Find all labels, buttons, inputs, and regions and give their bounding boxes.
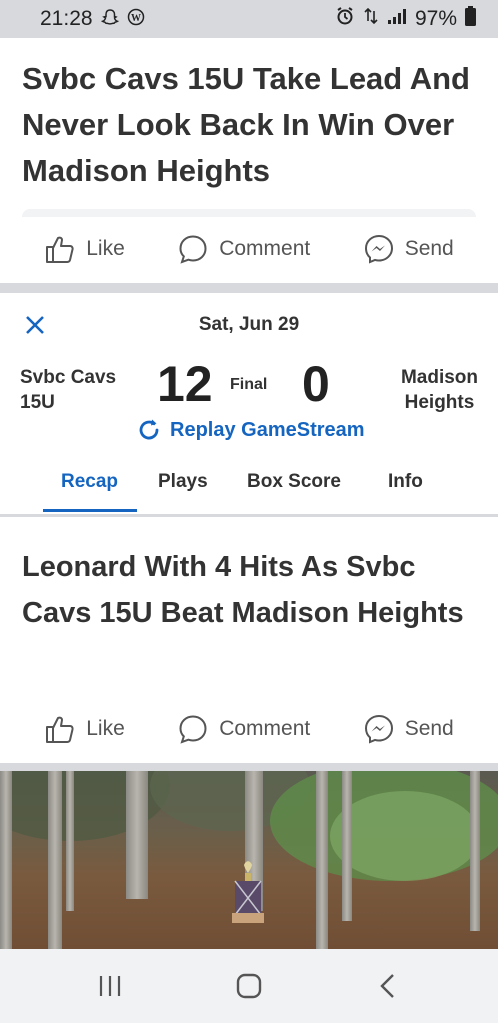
- replay-gamestream-button[interactable]: Replay GameStream: [135, 416, 365, 444]
- trophy: [232, 859, 264, 923]
- system-nav-bar: [0, 949, 498, 1023]
- clock: 21:28: [40, 7, 93, 30]
- tree-trunk: [66, 771, 74, 911]
- thumbs-up-icon: [46, 716, 74, 743]
- active-tab-indicator: [43, 509, 137, 512]
- battery-percent: 97%: [414, 7, 457, 30]
- tree-trunk: [470, 771, 480, 931]
- comment-button[interactable]: Comment: [177, 713, 310, 745]
- tab-recap[interactable]: Recap: [61, 465, 118, 499]
- wordpress-icon: W: [127, 8, 145, 31]
- status-bar: 21:28 W 97%: [0, 0, 498, 38]
- game-status: Final: [230, 376, 268, 393]
- send-label: Send: [404, 717, 454, 740]
- comment-icon: [179, 715, 207, 744]
- like-button[interactable]: Like: [44, 713, 125, 745]
- tree-trunk: [126, 771, 148, 899]
- send-button[interactable]: Send: [363, 713, 454, 745]
- tab-info[interactable]: Info: [388, 465, 423, 499]
- signal-icon: [387, 7, 407, 31]
- home-team-name[interactable]: Svbc Cavs 15U: [20, 365, 116, 415]
- tab-plays[interactable]: Plays: [158, 465, 208, 499]
- foliage: [330, 791, 480, 881]
- recap-card[interactable]: Leonard With 4 Hits As Svbc Cavs 15U Bea…: [0, 517, 498, 763]
- snapchat-icon: [100, 8, 119, 31]
- tab-box-score[interactable]: Box Score: [247, 465, 341, 499]
- comment-label: Comment: [219, 237, 311, 260]
- alarm-icon: [335, 6, 355, 32]
- home-score: 12: [157, 356, 213, 412]
- replay-icon: [139, 419, 159, 440]
- action-row: Like Comment Send: [0, 215, 498, 283]
- status-right: 97%: [335, 6, 476, 32]
- svg-text:W: W: [131, 13, 141, 24]
- away-score: 0: [302, 356, 330, 412]
- article-card[interactable]: Svbc Cavs 15U Take Lead And Never Look B…: [0, 38, 498, 283]
- replay-label: Replay GameStream: [170, 418, 365, 441]
- tree-trunk: [0, 771, 12, 949]
- recap-headline[interactable]: Leonard With 4 Hits As Svbc Cavs 15U Bea…: [0, 517, 498, 636]
- tree-trunk: [316, 771, 328, 949]
- back-icon[interactable]: [358, 966, 418, 1006]
- send-label: Send: [404, 237, 454, 260]
- away-team-name[interactable]: Madison Heights: [401, 365, 478, 415]
- home-team-line2: 15U: [20, 392, 55, 413]
- like-label: Like: [86, 237, 125, 260]
- away-team-line1: Madison: [400, 367, 478, 388]
- home-team-line1: Svbc Cavs: [20, 367, 117, 388]
- messenger-icon: [364, 714, 393, 744]
- tree-trunk: [48, 771, 62, 949]
- home-icon[interactable]: [219, 966, 279, 1006]
- recent-apps-icon[interactable]: [80, 966, 140, 1006]
- tree-trunk: [342, 771, 352, 921]
- send-button[interactable]: Send: [363, 233, 454, 265]
- action-row: Like Comment Send: [0, 695, 498, 763]
- data-icon: [363, 6, 379, 32]
- game-card: Sat, Jun 29 Svbc Cavs 15U 12 Final 0 Mad…: [0, 293, 498, 514]
- battery-icon: [465, 6, 476, 32]
- thumbs-up-icon: [46, 236, 74, 263]
- article-headline[interactable]: Svbc Cavs 15U Take Lead And Never Look B…: [0, 38, 498, 194]
- comment-icon: [179, 235, 207, 264]
- comment-button[interactable]: Comment: [177, 233, 310, 265]
- like-button[interactable]: Like: [44, 233, 125, 265]
- away-team-line2: Heights: [404, 392, 475, 413]
- messenger-icon: [364, 234, 393, 264]
- game-date: Sat, Jun 29: [198, 314, 300, 335]
- like-label: Like: [86, 717, 125, 740]
- comment-label: Comment: [219, 717, 311, 740]
- game-tabs: Recap Plays Box Score Info: [0, 465, 498, 513]
- game-photo[interactable]: [0, 771, 498, 949]
- status-left: 21:28 W: [40, 7, 145, 31]
